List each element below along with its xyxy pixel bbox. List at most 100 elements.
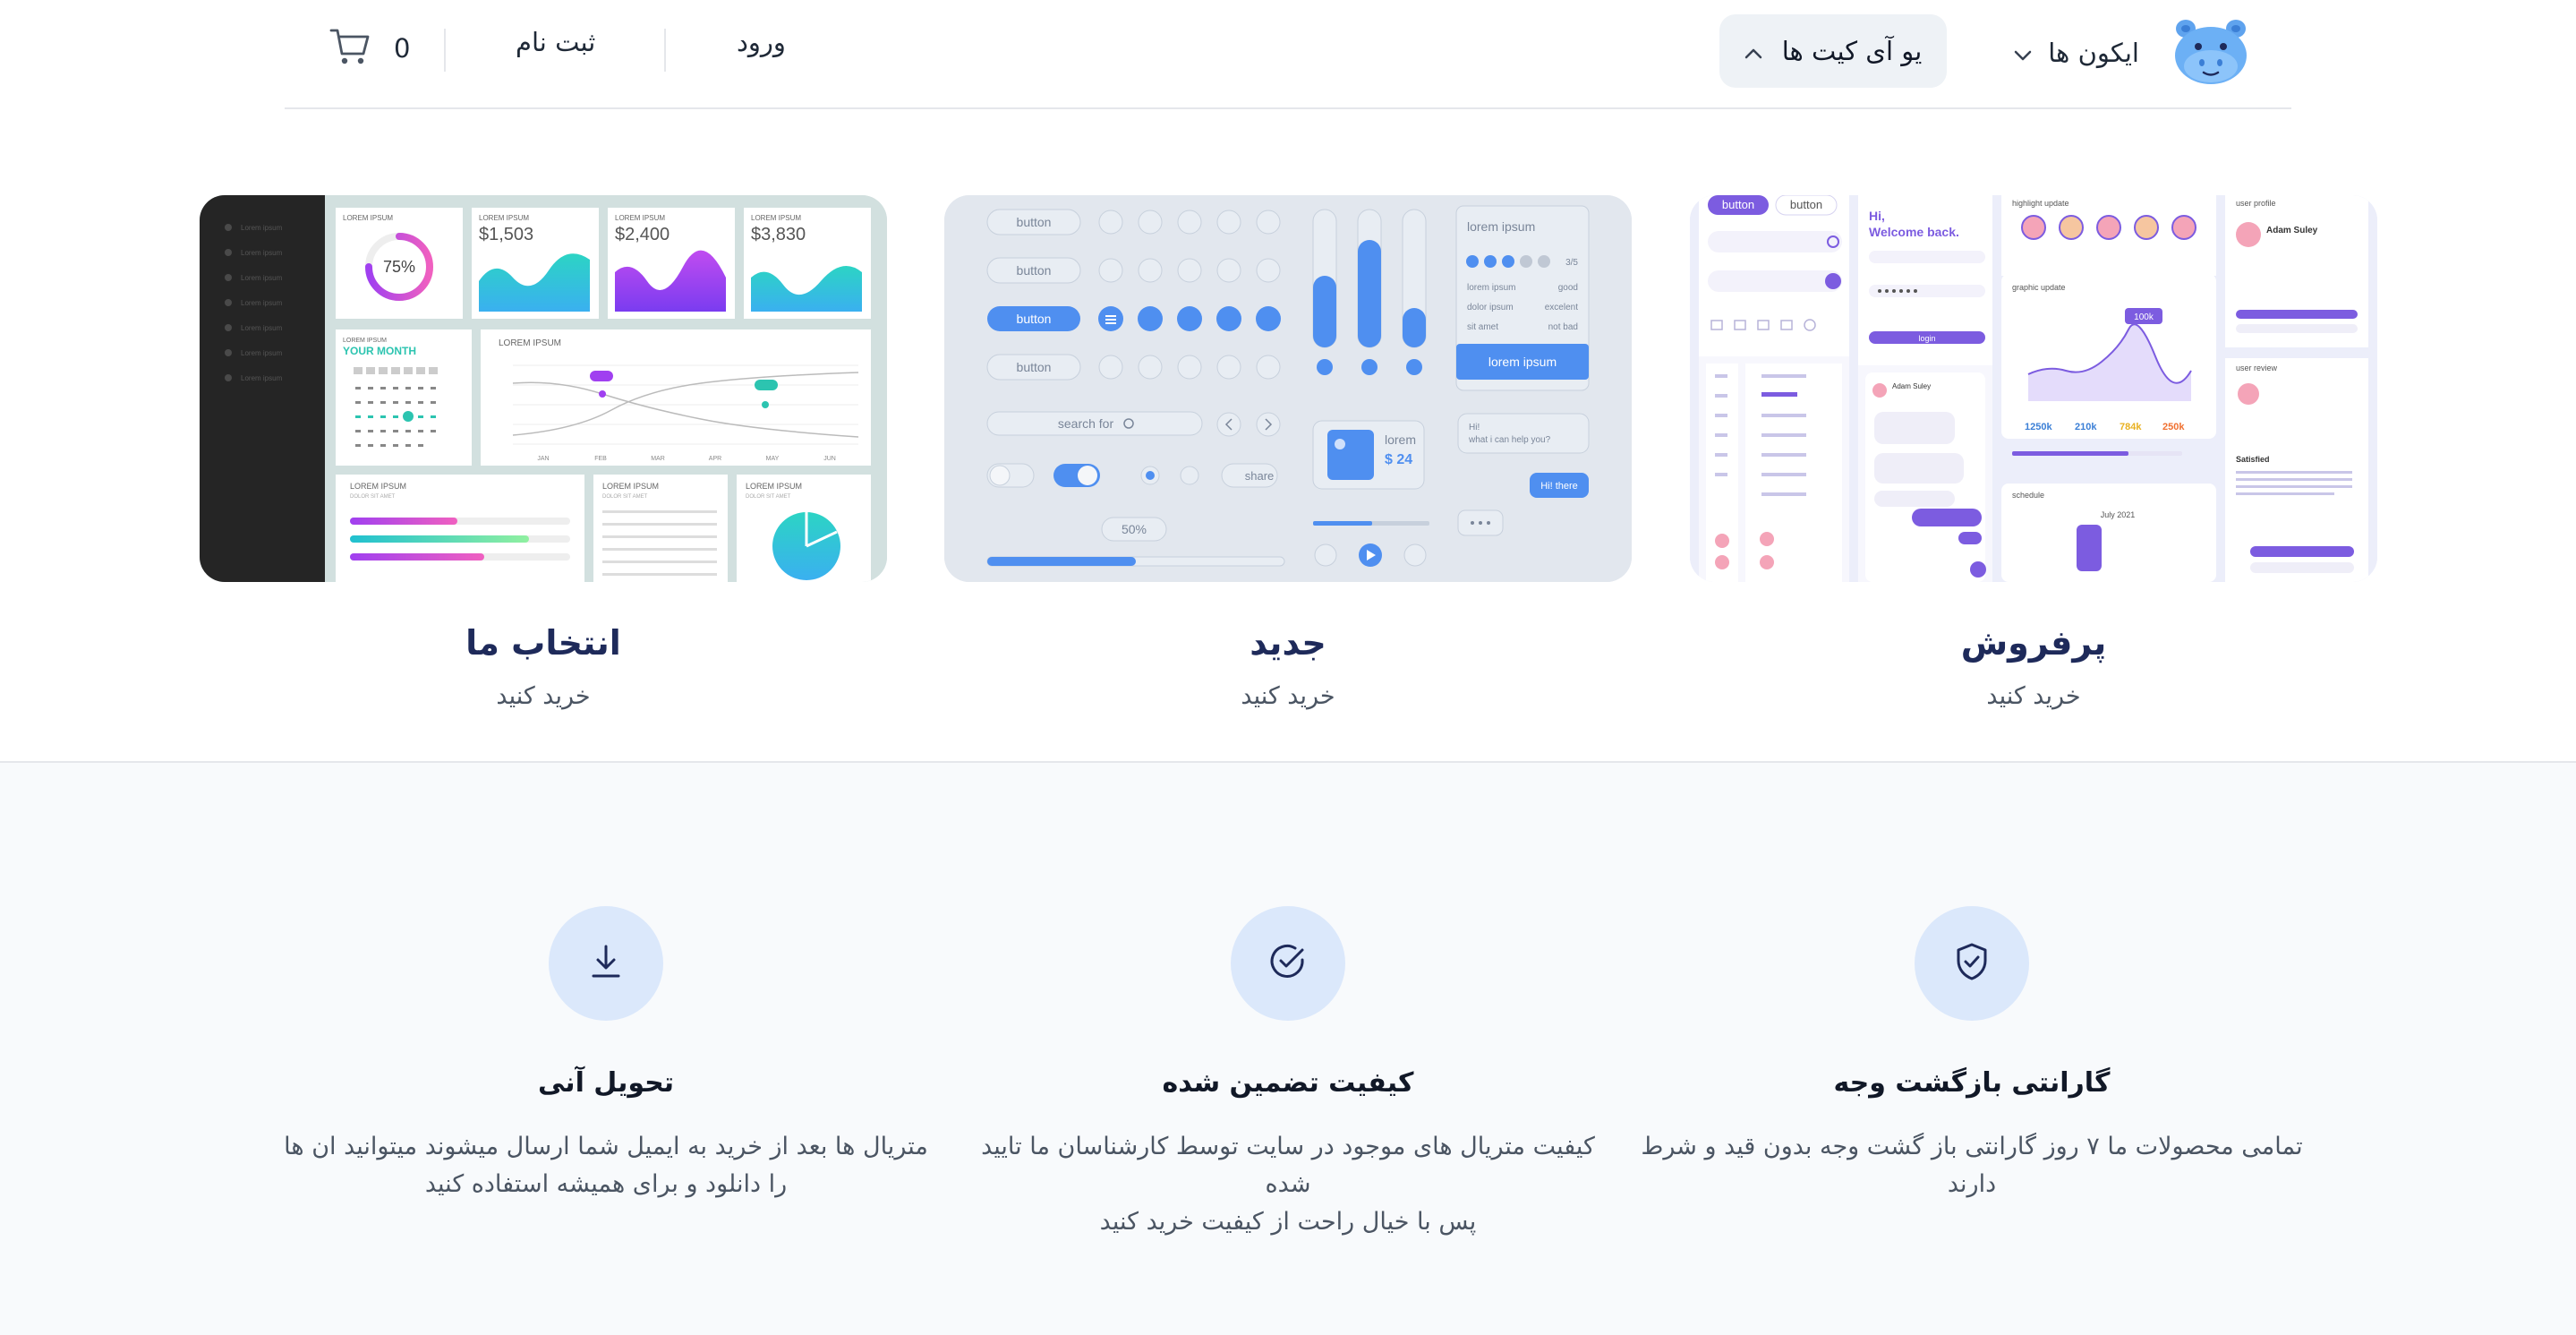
preview-text: LOREM IPSUM	[602, 482, 659, 491]
preview-text: $1,503	[479, 225, 533, 244]
cart-count: 0	[394, 33, 411, 64]
download-icon	[588, 942, 624, 985]
preview-text: Lorem ipsum	[241, 324, 283, 332]
card-buy-link[interactable]: خرید کنید	[944, 682, 1632, 710]
preview-text: JUN	[823, 456, 836, 462]
preview-text: search for	[1058, 416, 1114, 431]
preview-text: $3,830	[751, 225, 806, 244]
feature-icon-circle	[549, 906, 663, 1021]
preview-text: FEB	[594, 456, 607, 462]
preview-text: July 2021	[2101, 510, 2136, 519]
chevron-down-icon	[2014, 38, 2032, 68]
preview-text: Hi!	[1469, 423, 1480, 432]
nav-uikit-label: یو آی کیت ها	[1781, 36, 1923, 66]
preview-text: button	[1017, 312, 1052, 326]
preview-text: button	[1017, 263, 1052, 278]
feature-desc-line: متریال ها بعد از خرید به ایمیل شما ارسال…	[284, 1133, 928, 1160]
preview-text: button	[1722, 198, 1754, 211]
preview-text: highlight update	[2012, 199, 2069, 208]
feature-description: تمامی محصولات ما ۷ روز گارانتی باز گشت و…	[1641, 1128, 2303, 1203]
preview-text: button	[1790, 198, 1822, 211]
card-title[interactable]: انتخاب ما	[200, 623, 887, 663]
product-card-our-pick[interactable]: Lorem ipsum Lorem ipsum Lorem ipsum Lore…	[200, 195, 887, 582]
preview-text: Adam Suley	[2266, 226, 2318, 235]
preview-text: 50%	[1122, 522, 1147, 536]
feature-title: گارانتی بازگشت وجه	[1833, 1067, 2111, 1099]
product-card-bestseller[interactable]: button button Hi, Welcome back. login Ad…	[1690, 195, 2377, 582]
preview-text: LOREM IPSUM	[343, 214, 393, 222]
preview-text: LOREM IPSUM	[343, 338, 387, 344]
preview-text: button	[1017, 215, 1052, 229]
feature-desc-line: پس با خیال راحت از کیفیت خرید کنید	[1099, 1208, 1477, 1236]
preview-text: LOREM IPSUM	[479, 214, 529, 222]
preview-text: lorem ipsum	[1488, 355, 1557, 369]
preview-text: schedule	[2012, 491, 2044, 500]
preview-text: 100k	[2134, 312, 2154, 322]
preview-text: lorem ipsum	[1467, 219, 1535, 234]
card-buy-link[interactable]: خرید کنید	[200, 682, 887, 710]
preview-text: login	[1918, 334, 1935, 343]
preview-text: DOLOR SIT AMET	[602, 494, 648, 500]
preview-text: not bad	[1548, 322, 1578, 332]
preview-text: Lorem ipsum	[241, 274, 283, 282]
preview-text: 784k	[2120, 422, 2142, 432]
preview-text: what i can help you?	[1468, 435, 1551, 445]
preview-text: LOREM IPSUM	[499, 338, 561, 348]
preview-text: sit amet	[1467, 322, 1498, 332]
site-header: ایکون ها یو آی کیت ها ورود ثبت نام 0	[285, 0, 2291, 109]
preview-text: 210k	[2075, 422, 2097, 432]
preview-text: LOREM IPSUM	[350, 482, 406, 491]
cart-icon	[329, 27, 371, 70]
preview-text: JAN	[537, 456, 549, 462]
new-preview-image: button button button button lorem ipsum	[944, 195, 1632, 582]
shield-check-icon	[1954, 942, 1990, 985]
feature-desc-line: دارند	[1947, 1170, 1997, 1198]
preview-text: LOREM IPSUM	[746, 482, 802, 491]
divider	[444, 29, 446, 72]
feature-title: تحویل آنی	[537, 1067, 675, 1099]
preview-text: LOREM IPSUM	[615, 214, 665, 222]
preview-text: Lorem ipsum	[241, 374, 283, 382]
card-buy-link[interactable]: خرید کنید	[1690, 682, 2377, 710]
nav-uikit-dropdown[interactable]: یو آی کیت ها	[1719, 14, 1947, 88]
preview-text: user review	[2236, 364, 2278, 372]
nav-icons-label: ایکون ها	[2048, 38, 2139, 68]
preview-text: DOLOR SIT AMET	[746, 494, 791, 500]
our-pick-preview-image: Lorem ipsum Lorem ipsum Lorem ipsum Lore…	[200, 195, 887, 582]
hippo-logo-icon[interactable]	[2171, 16, 2250, 86]
feature-title: کیفیت تضمین شده	[1162, 1067, 1414, 1099]
features-section: گارانتی بازگشت وجه تمامی محصولات ما ۷ رو…	[0, 761, 2576, 1335]
cart-button[interactable]: 0	[329, 27, 410, 70]
preview-text: lorem	[1385, 432, 1416, 447]
feature-desc-line: کیفیت متریال های موجود در سایت توسط کارش…	[981, 1133, 1595, 1198]
preview-text: button	[1017, 360, 1052, 374]
check-circle-icon	[1268, 942, 1308, 985]
feature-desc-line: را دانلود و برای همیشه استفاده کنید	[424, 1170, 788, 1198]
preview-text: $2,400	[615, 225, 670, 244]
preview-text: dolor ipsum	[1467, 303, 1514, 312]
preview-text: APR	[709, 456, 721, 462]
page: { "header": { "nav_icons_label": "ایکون …	[0, 0, 2576, 1335]
preview-text: Hi,	[1869, 209, 1885, 223]
preview-text: $ 24	[1385, 452, 1412, 467]
preview-text: lorem ipsum	[1467, 283, 1515, 293]
preview-text: graphic update	[2012, 283, 2066, 292]
signup-link[interactable]: ثبت نام	[516, 27, 595, 57]
card-title[interactable]: پرفروش	[1690, 623, 2377, 663]
nav-icons-dropdown[interactable]: ایکون ها	[2014, 20, 2139, 86]
feature-icon-circle	[1915, 906, 2029, 1021]
feature-icon-circle	[1231, 906, 1345, 1021]
product-card-new[interactable]: button button button button lorem ipsum	[944, 195, 1632, 582]
preview-text: YOUR MONTH	[343, 345, 416, 357]
feature-description: کیفیت متریال های موجود در سایت توسط کارش…	[957, 1128, 1619, 1241]
preview-text: Welcome back.	[1869, 225, 1959, 239]
login-link[interactable]: ورود	[737, 27, 786, 57]
bestseller-preview-image: button button Hi, Welcome back. login Ad…	[1690, 195, 2377, 582]
preview-text: Lorem ipsum	[241, 299, 283, 307]
preview-text: excelent	[1545, 303, 1578, 312]
feature-desc-line: تمامی محصولات ما ۷ روز گارانتی باز گشت و…	[1641, 1133, 2303, 1160]
preview-text: share	[1245, 469, 1275, 483]
preview-text: 75%	[383, 258, 415, 276]
card-title[interactable]: جدید	[944, 623, 1632, 663]
preview-text: 3/5	[1565, 258, 1578, 268]
